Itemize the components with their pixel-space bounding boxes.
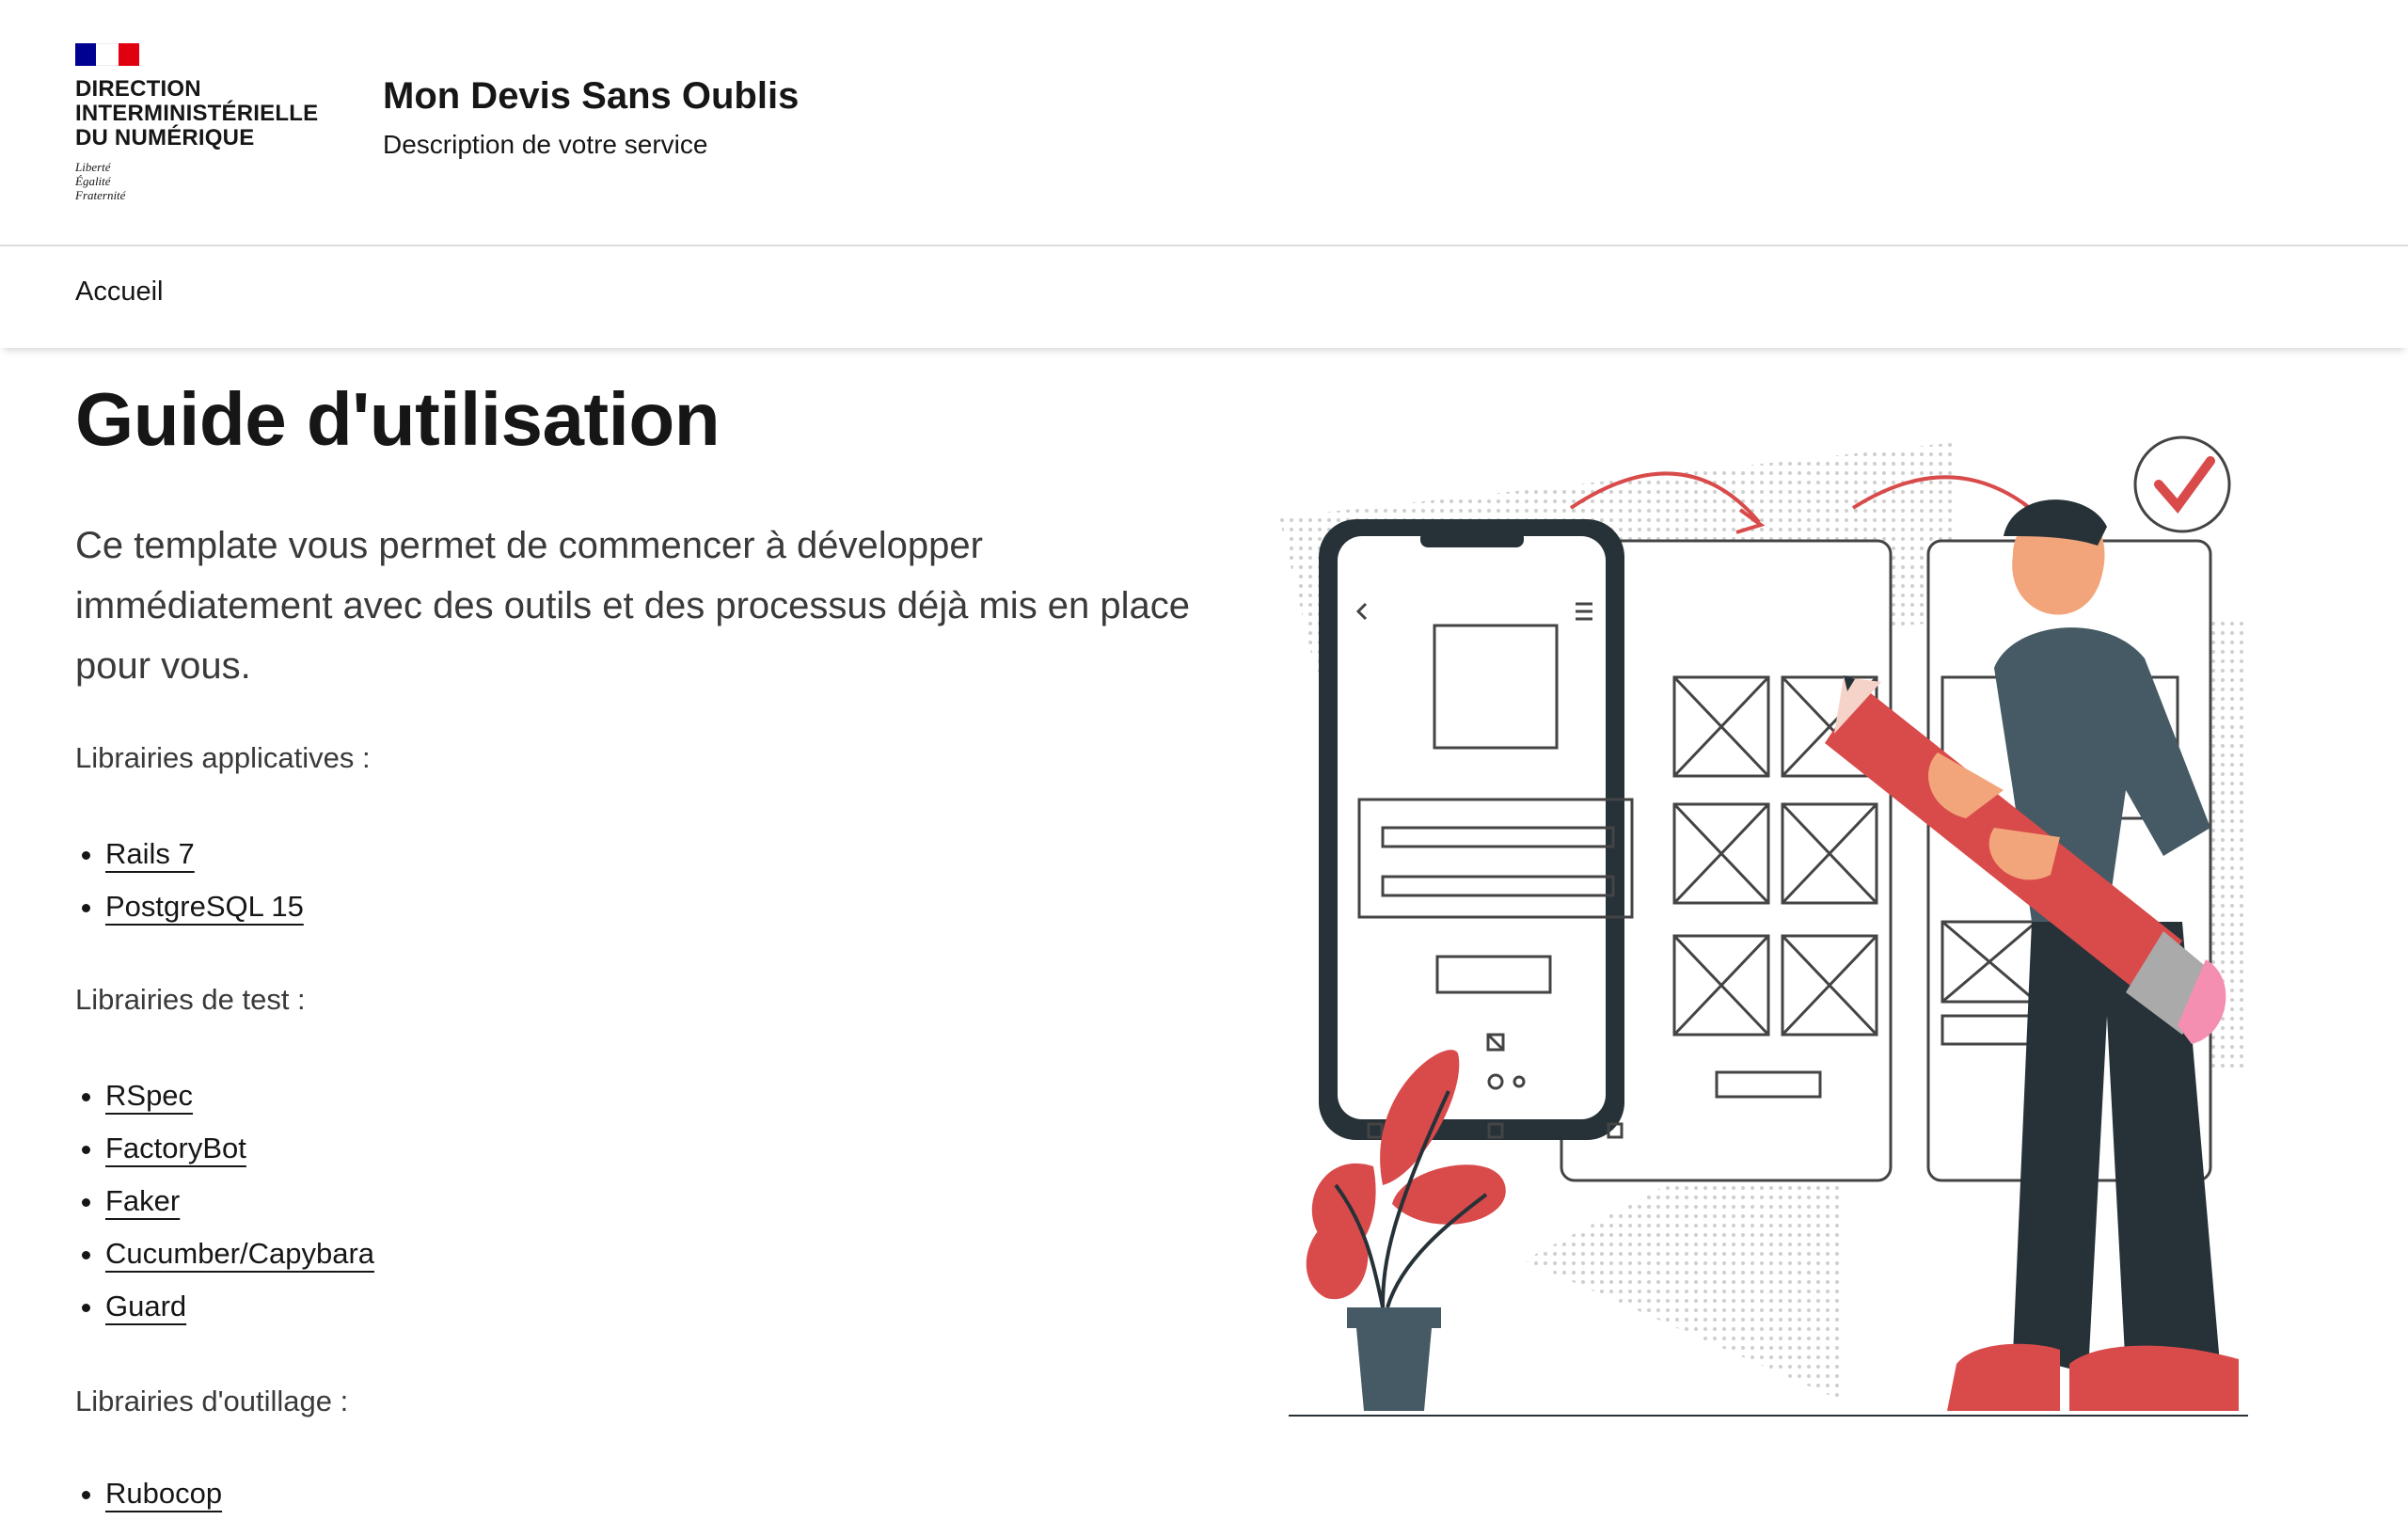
operator-name: DIRECTION INTERMINISTÉRIELLE DU NUMÉRIQU… xyxy=(75,77,329,150)
app-libraries-list: Rails 7 PostgreSQL 15 xyxy=(75,828,304,933)
operator-line: DU NUMÉRIQUE xyxy=(75,125,255,150)
list-item: Faker xyxy=(105,1175,374,1227)
motto-line: Liberté xyxy=(75,160,111,174)
list-item: Guard xyxy=(105,1280,374,1333)
section-label-tooling-libraries: Librairies d'outillage : xyxy=(75,1385,349,1417)
list-item: Rails 7 xyxy=(105,828,304,880)
lead-paragraph: Ce template vous permet de commencer à d… xyxy=(75,525,1191,687)
list-item: PostgreSQL 15 xyxy=(105,880,304,933)
test-libraries-list: RSpec FactoryBot Faker Cucumber/Capybara… xyxy=(75,1069,374,1333)
operator-line: DIRECTION xyxy=(75,76,201,102)
library-link[interactable]: Rails 7 xyxy=(105,837,195,870)
motto-line: Égalité xyxy=(75,174,111,188)
wireframe-illustration xyxy=(1279,435,2248,1417)
phone-notch xyxy=(1420,530,1524,547)
list-item: RSpec xyxy=(105,1069,374,1122)
main-navigation: Accueil xyxy=(0,246,2408,348)
library-link[interactable]: Cucumber/Capybara xyxy=(105,1237,374,1270)
section-label-app-libraries: Librairies applicatives : xyxy=(75,741,371,774)
library-link[interactable]: PostgreSQL 15 xyxy=(105,890,304,923)
site-header: DIRECTION INTERMINISTÉRIELLE DU NUMÉRIQU… xyxy=(0,0,2408,246)
tooling-libraries-list: Rubocop xyxy=(75,1467,222,1520)
republic-motto: Liberté Égalité Fraternité xyxy=(75,160,329,202)
list-item: FactoryBot xyxy=(105,1122,374,1175)
operator-line: INTERMINISTÉRIELLE xyxy=(75,101,319,126)
library-link[interactable]: RSpec xyxy=(105,1079,193,1112)
library-link[interactable]: Faker xyxy=(105,1184,180,1217)
library-link[interactable]: FactoryBot xyxy=(105,1132,246,1164)
section-label-test-libraries: Librairies de test : xyxy=(75,983,306,1016)
nav-item-accueil[interactable]: Accueil xyxy=(75,277,164,308)
page-title: Guide d'utilisation xyxy=(75,377,721,461)
motto-line: Fraternité xyxy=(75,188,126,202)
library-link[interactable]: Guard xyxy=(105,1290,186,1322)
list-item: Cucumber/Capybara xyxy=(105,1227,374,1280)
service-description: Description de votre service xyxy=(383,130,708,159)
service-title[interactable]: Mon Devis Sans Oublis xyxy=(383,75,799,118)
french-flag-icon xyxy=(75,43,139,66)
government-logo[interactable]: DIRECTION INTERMINISTÉRIELLE DU NUMÉRIQU… xyxy=(75,43,329,203)
list-item: Rubocop xyxy=(105,1467,222,1520)
